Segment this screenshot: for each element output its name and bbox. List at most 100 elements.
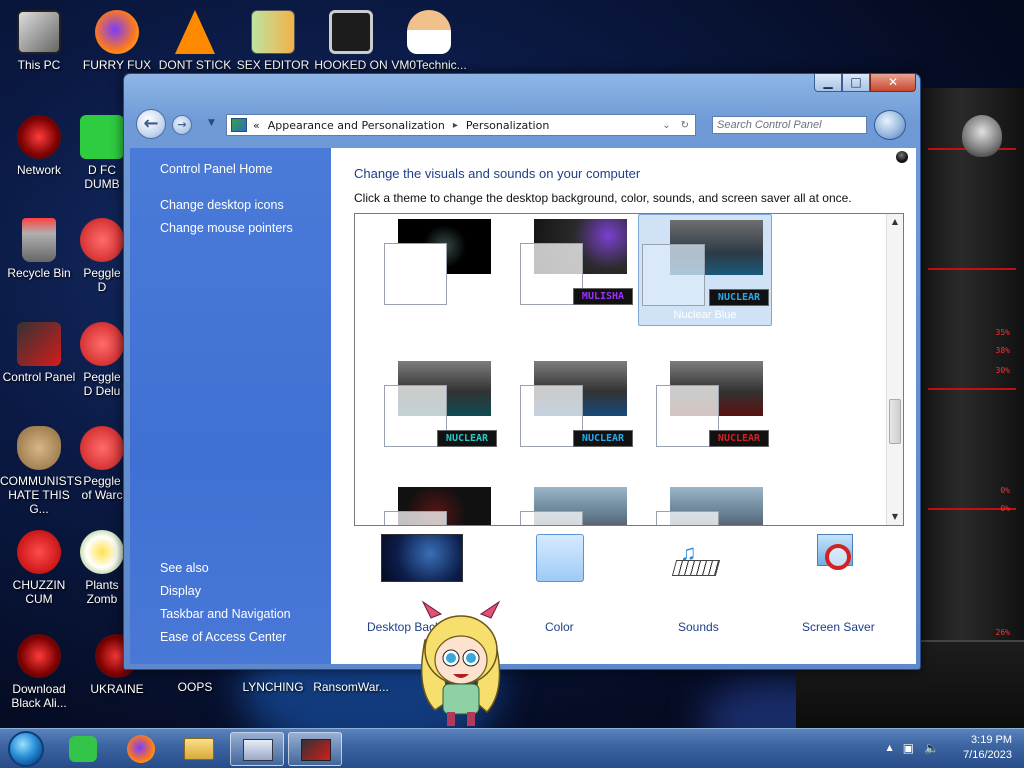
clock[interactable]: 3:19 PM 7/16/2023 xyxy=(963,733,1012,763)
start-button[interactable] xyxy=(8,731,44,767)
spotify-like-icon xyxy=(80,115,124,159)
theme-window-preview xyxy=(656,511,719,525)
taskbar: ▲ ▣ 🔈 3:19 PM 7/16/2023 xyxy=(0,728,1024,768)
taskbar-firefox-icon[interactable] xyxy=(116,732,166,766)
desktop-icon-network[interactable]: Network xyxy=(0,115,78,177)
search-input[interactable] xyxy=(712,116,867,134)
color-palette-icon xyxy=(536,534,584,582)
desktop-icon-control-panel[interactable]: Control Panel xyxy=(0,322,78,384)
help-globe-button[interactable] xyxy=(874,110,906,140)
sidebar-link-ease-of-access[interactable]: Ease of Access Center xyxy=(160,630,286,644)
desktop-icon-plants-zombies[interactable]: Plants Zomb xyxy=(78,530,126,606)
network-icon[interactable]: ▣ xyxy=(903,741,914,755)
theme-name: Nuclear Blue xyxy=(673,309,737,321)
vlc-cone-icon xyxy=(175,10,215,54)
profile-orb-icon xyxy=(896,151,908,163)
desktop-icon-sex-editor[interactable]: SEX EDITOR xyxy=(234,10,312,72)
page-title: Change the visuals and sounds on your co… xyxy=(354,166,641,181)
personalization-window[interactable]: ▁ □ ✕ ← → ▼ « Appearance and Personaliza… xyxy=(123,73,921,670)
desktop-icon-download-black-alien[interactable]: Download Black Ali... xyxy=(0,634,78,710)
doctor-icon xyxy=(407,10,451,54)
scroll-up-icon[interactable]: ▲ xyxy=(887,214,903,230)
sidebar-heading-see-also: See also xyxy=(160,561,209,575)
breadcrumb-appearance[interactable]: Appearance and Personalization xyxy=(268,119,445,132)
forward-button[interactable]: → xyxy=(172,115,192,135)
taskbar-app-window[interactable] xyxy=(288,732,342,766)
control-panel-icon xyxy=(17,322,61,366)
desktop-icon-chuzzin-cum[interactable]: CHUZZIN CUM xyxy=(0,530,78,606)
theme-item[interactable] xyxy=(642,484,772,525)
money-bag-icon xyxy=(17,426,61,470)
minimize-button[interactable]: ▁ xyxy=(814,74,842,92)
color-link[interactable]: Color xyxy=(536,534,584,634)
desktop-icon-recycle-bin[interactable]: Recycle Bin xyxy=(0,218,78,280)
theme-list-scrollbar[interactable]: ▲ ▼ xyxy=(886,214,903,525)
desktop-icon-dont-stick[interactable]: DONT STICK xyxy=(156,10,234,72)
control-panel-icon xyxy=(231,118,247,132)
desktop-icon-this-pc[interactable]: This PC xyxy=(0,10,78,72)
theme-list: MULISHA NUCLEAR Nuclear Blue NUCLEAR NUC… xyxy=(354,213,904,526)
address-bar[interactable]: « Appearance and Personalization ▸ Perso… xyxy=(226,114,696,136)
maximize-button[interactable]: □ xyxy=(842,74,870,92)
sounds-link[interactable]: ♫ Sounds xyxy=(671,540,721,634)
screen-saver-link[interactable]: Screen Saver xyxy=(802,534,875,634)
alien-logo-icon xyxy=(962,115,1002,157)
firefox-icon xyxy=(95,10,139,54)
desktop-icon-communists[interactable]: COMMUNISTS HATE THIS G... xyxy=(0,426,82,516)
desktop-icon-d-fc-dumb[interactable]: D FC DUMB xyxy=(78,115,126,191)
desktop-icon-ransomware[interactable]: RansomWar... xyxy=(312,680,390,694)
back-button[interactable]: ← xyxy=(136,109,166,139)
volume-icon[interactable]: 🔈 xyxy=(924,741,939,755)
maze-game-icon xyxy=(329,10,373,54)
clock-time: 3:19 PM xyxy=(971,734,1012,746)
sidebar-link-taskbar[interactable]: Taskbar and Navigation xyxy=(160,607,291,621)
recent-pages-dropdown-icon[interactable]: ▼ xyxy=(208,118,215,128)
sidebar-link-display[interactable]: Display xyxy=(160,584,201,598)
desktop-icon-lynching[interactable]: LYNCHING xyxy=(234,680,312,694)
sidebar-link-desktop-icons[interactable]: Change desktop icons xyxy=(160,198,284,212)
theme-item[interactable]: NUCLEAR xyxy=(506,358,636,468)
theme-window-preview xyxy=(642,244,705,306)
taskbar-control-panel-window[interactable] xyxy=(230,732,284,766)
theme-window-preview xyxy=(384,243,447,305)
refresh-icon[interactable]: ↻ xyxy=(681,120,689,131)
system-tray: ▲ ▣ 🔈 xyxy=(887,741,939,755)
taskbar-notes-icon[interactable] xyxy=(58,732,108,766)
breadcrumb-separator-icon[interactable]: ▸ xyxy=(453,120,458,131)
theme-item[interactable] xyxy=(370,484,500,525)
flower-icon xyxy=(80,530,124,574)
hex-editor-icon xyxy=(251,10,295,54)
address-dropdown-icon[interactable]: ⌄ xyxy=(662,120,670,131)
show-hidden-icons-button[interactable]: ▲ xyxy=(887,741,893,755)
desktop-icon-hooked-on[interactable]: HOOKED ON xyxy=(312,10,390,72)
address-overflow-chevron[interactable]: « xyxy=(253,119,260,132)
network-globe-icon xyxy=(17,115,61,159)
theme-item[interactable] xyxy=(370,216,500,326)
peggle-icon xyxy=(80,322,124,366)
desktop-background-icon xyxy=(381,534,463,582)
task-pane: Control Panel Home Change desktop icons … xyxy=(130,148,331,664)
wallpaper-alien-panel: 35% 38% 30% 0% 0% 26% 0% xyxy=(918,88,1024,728)
screen-saver-icon xyxy=(813,534,857,580)
theme-item[interactable]: MULISHA xyxy=(506,216,636,326)
sidebar-link-control-panel-home[interactable]: Control Panel Home xyxy=(160,162,273,176)
scroll-thumb[interactable] xyxy=(889,399,901,444)
desktop-icon-oops[interactable]: OOPS xyxy=(156,680,234,694)
theme-badge: NUCLEAR xyxy=(709,430,769,447)
theme-item[interactable]: NUCLEAR xyxy=(370,358,500,468)
breadcrumb-personalization[interactable]: Personalization xyxy=(466,119,549,132)
desktop-icon-furry-fux[interactable]: FURRY FUX xyxy=(78,10,156,72)
theme-item[interactable]: NUCLEAR xyxy=(642,358,772,468)
character-sticker xyxy=(420,600,501,726)
desktop-icon-peggle-d[interactable]: Peggle D xyxy=(78,218,126,294)
desktop-icon-vm0technic[interactable]: VM0Technic... xyxy=(390,10,468,72)
desktop-icon-peggle-warcraft[interactable]: Peggle of Warc xyxy=(78,426,126,502)
desktop-icon-peggle-deluxe[interactable]: Peggle D Delu xyxy=(78,322,126,398)
theme-item[interactable] xyxy=(506,484,636,525)
theme-window-preview xyxy=(520,511,583,525)
theme-item-nuclear-blue[interactable]: NUCLEAR Nuclear Blue xyxy=(638,214,772,326)
taskbar-explorer-icon[interactable] xyxy=(174,732,224,766)
sidebar-link-mouse-pointers[interactable]: Change mouse pointers xyxy=(160,221,293,235)
scroll-down-icon[interactable]: ▼ xyxy=(887,509,903,525)
close-button[interactable]: ✕ xyxy=(870,74,916,92)
